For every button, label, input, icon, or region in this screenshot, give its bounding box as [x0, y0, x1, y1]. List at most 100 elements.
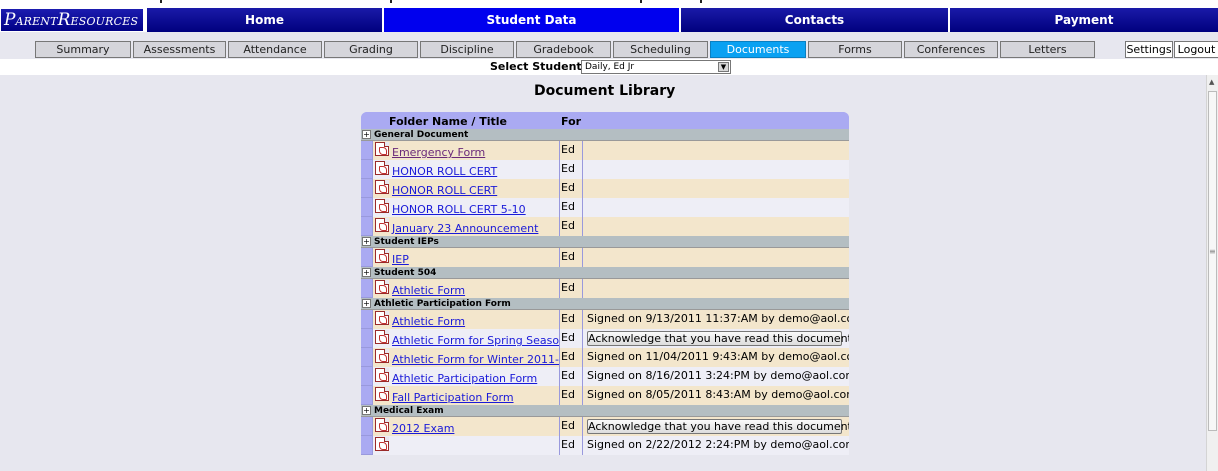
- expand-plus-icon[interactable]: +: [362, 130, 371, 139]
- status-cell: Signed on 8/16/2011 3:24:PM by demo@aol.…: [582, 367, 849, 386]
- main-navigation: PARENTRESOURCES Home Student Data Contac…: [0, 8, 1218, 32]
- for-cell: Ed: [559, 367, 582, 386]
- folder-group[interactable]: + Medical Exam: [361, 405, 849, 417]
- folder-group[interactable]: + Student 504: [361, 267, 849, 279]
- nav-home[interactable]: Home: [146, 8, 382, 32]
- document-link[interactable]: HONOR ROLL CERT: [392, 184, 497, 197]
- column-header-for: For: [561, 115, 582, 128]
- document-title-cell: Fall Participation Form: [372, 386, 559, 405]
- tab-summary[interactable]: Summary: [35, 41, 131, 58]
- status-cell: [582, 198, 849, 217]
- expand-plus-icon[interactable]: +: [362, 268, 371, 277]
- pdf-file-icon: [375, 311, 389, 325]
- document-link[interactable]: IEP: [392, 253, 409, 266]
- for-cell: Ed: [559, 417, 582, 436]
- tab-assessments[interactable]: Assessments: [133, 41, 226, 58]
- pdf-file-icon: [375, 418, 389, 432]
- nav-student-data[interactable]: Student Data: [383, 8, 679, 32]
- for-cell: Ed: [559, 179, 582, 198]
- tab-grading[interactable]: Grading: [324, 41, 418, 58]
- expand-plus-icon[interactable]: +: [362, 237, 371, 246]
- document-link[interactable]: Athletic Form for Winter 2011-12: [392, 353, 573, 366]
- folder-group[interactable]: + Athletic Participation Form: [361, 298, 849, 310]
- document-title-cell: [372, 436, 559, 455]
- status-cell: [582, 217, 849, 236]
- chevron-down-icon[interactable]: ▼: [718, 62, 729, 72]
- tab-letters[interactable]: Letters: [1000, 41, 1095, 58]
- expand-plus-icon[interactable]: +: [362, 406, 371, 415]
- document-link[interactable]: January 23 Announcement: [392, 222, 538, 235]
- for-cell: Ed: [559, 348, 582, 367]
- folder-group[interactable]: + Student IEPs: [361, 236, 849, 248]
- for-cell: Ed: [559, 217, 582, 236]
- pdf-file-icon: [375, 161, 389, 175]
- expand-plus-icon[interactable]: +: [362, 299, 371, 308]
- table-row: Athletic Form for Winter 2011-12 Ed Signed…: [361, 348, 849, 367]
- vertical-scrollbar[interactable]: ▲ ≡: [1206, 75, 1218, 471]
- acknowledge-button[interactable]: Acknowledge that you have read this docu…: [587, 419, 849, 434]
- tab-attendance[interactable]: Attendance: [228, 41, 322, 58]
- table-row: HONOR ROLL CERT Ed: [361, 160, 849, 179]
- document-link[interactable]: Athletic Form: [392, 315, 465, 328]
- for-cell: Ed: [559, 248, 582, 267]
- acknowledge-button[interactable]: Acknowledge that you have read this docu…: [587, 331, 849, 346]
- scrollbar-thumb[interactable]: [1208, 91, 1217, 431]
- select-student-row: Select Student: Daily, Ed Jr ▼: [0, 59, 1218, 75]
- logout-button[interactable]: Logout: [1174, 41, 1218, 58]
- pdf-file-icon: [375, 437, 389, 451]
- table-row: Fall Participation Form Ed Signed on 8/05/…: [361, 386, 849, 405]
- document-title-cell: 2012 Exam: [372, 417, 559, 436]
- status-cell: [582, 179, 849, 198]
- tab-forms[interactable]: Forms: [808, 41, 902, 58]
- document-title-cell: HONOR ROLL CERT: [372, 160, 559, 179]
- document-link[interactable]: 2012 Exam: [392, 422, 454, 435]
- tab-gradebook[interactable]: Gradebook: [516, 41, 611, 58]
- pdf-file-icon: [375, 249, 389, 263]
- table-row: HONOR ROLL CERT 5-10 Ed: [361, 198, 849, 217]
- top-cropped-strip: [0, 0, 1218, 8]
- document-link[interactable]: HONOR ROLL CERT: [392, 165, 497, 178]
- tab-documents[interactable]: Documents: [710, 41, 806, 58]
- for-cell: Ed: [559, 198, 582, 217]
- for-cell: Ed: [559, 386, 582, 405]
- table-row: 2012 Exam Ed Acknowledge that you have rea…: [361, 417, 849, 436]
- scroll-up-arrow-icon[interactable]: ▲: [1209, 78, 1214, 86]
- folder-name: General Document: [374, 130, 469, 140]
- table-row: Athletic Form for Spring Season Ed Acknowl…: [361, 329, 849, 348]
- status-cell: [582, 141, 849, 160]
- page-title: Document Library: [534, 83, 676, 99]
- tab-scheduling[interactable]: Scheduling: [613, 41, 708, 58]
- pdf-file-icon: [375, 330, 389, 344]
- document-link[interactable]: HONOR ROLL CERT 5-10: [392, 203, 526, 216]
- tab-conferences[interactable]: Conferences: [904, 41, 998, 58]
- document-link[interactable]: Emergency Form: [392, 146, 485, 159]
- nav-contacts[interactable]: Contacts: [680, 8, 948, 32]
- pdf-file-icon: [375, 218, 389, 232]
- document-title-cell: HONOR ROLL CERT: [372, 179, 559, 198]
- tab-discipline[interactable]: Discipline: [420, 41, 514, 58]
- document-link[interactable]: Athletic Form for Spring Season: [392, 334, 566, 347]
- nav-payment[interactable]: Payment: [949, 8, 1218, 32]
- table-row: Athletic Form Ed Signed on 9/13/2011 11:37…: [361, 310, 849, 329]
- folder-name: Athletic Participation Form: [374, 299, 511, 309]
- folder-group[interactable]: + General Document: [361, 129, 849, 141]
- folder-name: Medical Exam: [374, 406, 444, 416]
- document-link[interactable]: Athletic Participation Form: [392, 372, 537, 385]
- settings-button[interactable]: Settings: [1125, 41, 1173, 58]
- pdf-file-icon: [375, 280, 389, 294]
- student-select[interactable]: Daily, Ed Jr ▼: [581, 60, 731, 74]
- document-link[interactable]: Fall Participation Form: [392, 391, 514, 404]
- status-cell: Signed on 8/05/2011 8:43:AM by demo@aol.…: [582, 386, 849, 405]
- folder-name: Student 504: [374, 268, 437, 278]
- for-cell: Ed: [559, 310, 582, 329]
- parent-resources-logo: PARENTRESOURCES: [0, 8, 144, 32]
- status-cell: Acknowledge that you have read this docu…: [582, 417, 849, 436]
- document-link[interactable]: Athletic Form: [392, 284, 465, 297]
- document-title-cell: HONOR ROLL CERT 5-10: [372, 198, 559, 217]
- status-cell: Signed on 2/22/2012 2:24:PM by demo@aol.…: [582, 436, 849, 455]
- document-title-cell: Athletic Form for Winter 2011-12: [372, 348, 573, 367]
- document-title-cell: January 23 Announcement: [372, 217, 559, 236]
- pdf-file-icon: [375, 387, 389, 401]
- status-cell: [582, 279, 849, 298]
- table-row: January 23 Announcement Ed: [361, 217, 849, 236]
